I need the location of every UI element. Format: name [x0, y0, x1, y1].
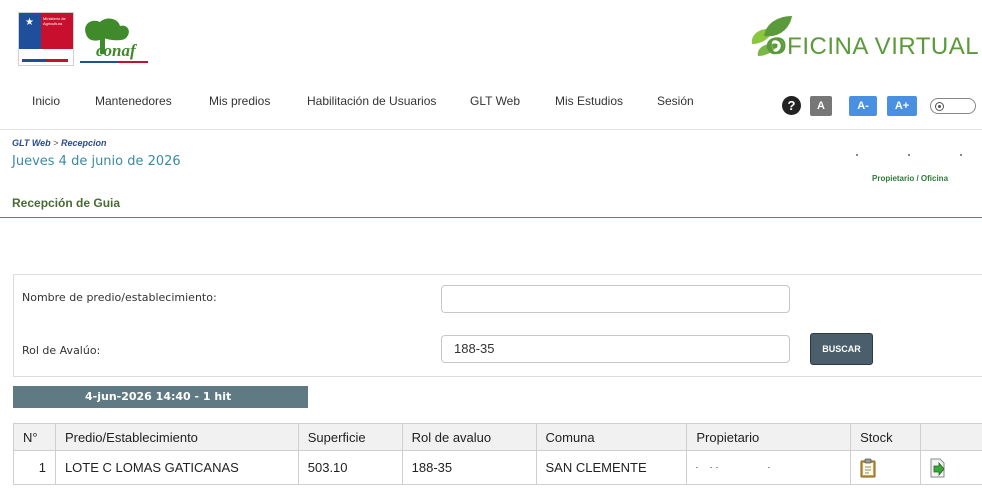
col-header-stock: Stock — [850, 423, 922, 451]
breadcrumb: GLT Web > Recepcion — [12, 138, 106, 148]
col-header-predio: Predio/Establecimiento — [54, 423, 299, 451]
results-summary: 4-jun-2026 14:40 - 1 hit — [13, 386, 308, 408]
cell-predio: LOTE C LOMAS GATICANAS — [54, 450, 299, 485]
conaf-logo-text: conaf — [96, 41, 138, 60]
nav-item-sesion[interactable]: Sesión — [657, 94, 694, 108]
go-arrow-icon[interactable] — [930, 458, 946, 478]
nav-item-inicio[interactable]: Inicio — [32, 94, 60, 108]
nav-divider — [0, 129, 982, 130]
font-size-decrease-button[interactable]: A- — [849, 96, 877, 116]
predio-input[interactable] — [441, 285, 790, 313]
col-header-comuna: Comuna — [535, 423, 688, 451]
cell-propietario — [686, 450, 852, 485]
font-size-normal-button[interactable]: A — [810, 96, 832, 116]
clipboard-icon[interactable] — [860, 458, 876, 478]
main-nav: Inicio Mantenedores Mis predios Habilita… — [0, 94, 982, 116]
font-size-increase-button[interactable]: A+ — [887, 96, 917, 116]
gobierno-logo: Ministerio de Agricultura — [18, 12, 74, 66]
rol-avaluo-input[interactable]: 188-35 — [441, 335, 790, 363]
col-header-propietario: Propietario — [686, 423, 852, 451]
nav-item-glt-web[interactable]: GLT Web — [470, 94, 520, 108]
user-role: Propietario / Oficina — [872, 174, 949, 183]
toggle-knob-icon — [935, 102, 944, 111]
breadcrumb-parent[interactable]: GLT Web — [12, 138, 51, 148]
nav-item-habilitacion-usuarios[interactable]: Habilitación de Usuarios — [307, 94, 436, 108]
page-title: Recepción de Guia — [12, 196, 121, 210]
col-header-superficie: Superficie — [297, 423, 403, 451]
cell-stock — [850, 450, 922, 485]
propietario-placeholder — [696, 462, 776, 472]
title-divider — [0, 217, 982, 218]
current-date: Jueves 4 de junio de 2026 — [12, 154, 181, 169]
nav-item-mis-estudios[interactable]: Mis Estudios — [555, 94, 623, 108]
search-button[interactable]: BUSCAR — [810, 333, 873, 365]
cell-n: 1 — [13, 450, 56, 485]
col-header-n: N° — [13, 423, 56, 451]
col-header-action — [920, 423, 982, 451]
nav-item-mis-predios[interactable]: Mis predios — [209, 94, 270, 108]
predio-label: Nombre de predio/establecimiento: — [22, 291, 217, 304]
oficina-virtual-title: OFICINA VIRTUAL — [768, 33, 980, 60]
col-header-rol: Rol de avaluo — [401, 423, 537, 451]
star-icon — [19, 13, 41, 51]
results-table: N° Predio/Establecimiento Superficie Rol… — [13, 423, 982, 485]
help-icon[interactable]: ? — [782, 96, 801, 115]
gov-logo-footer-bar — [19, 49, 73, 65]
table-header-row: N° Predio/Establecimiento Superficie Rol… — [13, 423, 982, 451]
table-row[interactable]: 1 LOTE C LOMAS GATICANAS 503.10 188-35 S… — [13, 450, 982, 485]
contrast-toggle[interactable] — [930, 98, 976, 114]
gov-logo-text: Ministerio de Agricultura — [41, 13, 73, 51]
nav-item-mantenedores[interactable]: Mantenedores — [95, 94, 172, 108]
user-name-placeholder — [850, 150, 970, 160]
cell-comuna: SAN CLEMENTE — [535, 450, 688, 485]
cell-rol: 188-35 — [401, 450, 537, 485]
cell-action — [920, 450, 982, 485]
cell-superficie: 503.10 — [297, 450, 403, 485]
breadcrumb-current: Recepcion — [60, 138, 107, 148]
breadcrumb-separator: > — [53, 138, 59, 148]
conaf-logo: conaf — [80, 18, 148, 63]
rol-avaluo-label: Rol de Avalúo: — [22, 344, 101, 357]
